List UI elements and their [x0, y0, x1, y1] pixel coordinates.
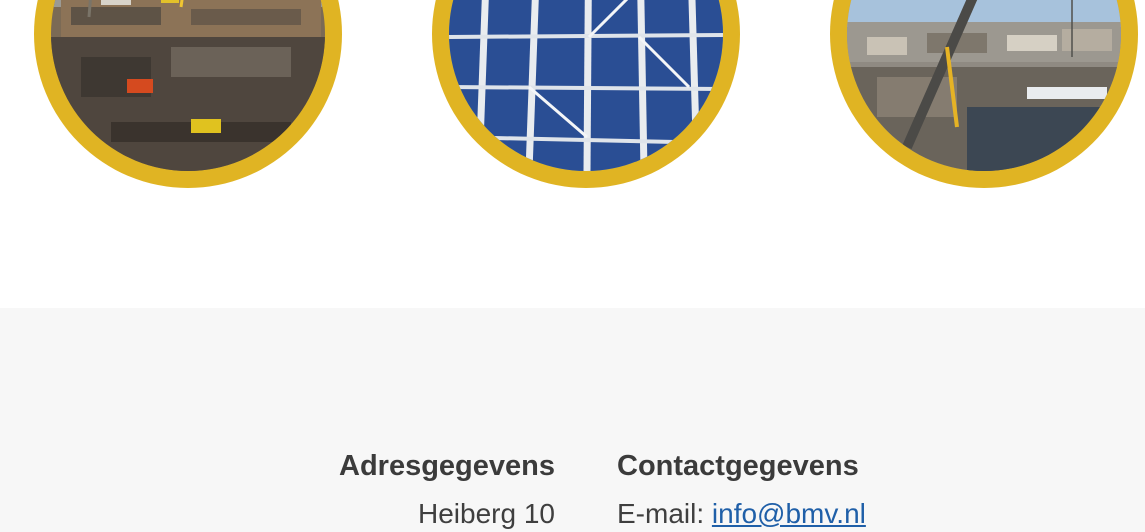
email-link[interactable]: info@bmv.nl: [712, 498, 866, 529]
contact-email-line: E-mail: info@bmv.nl: [617, 494, 866, 532]
address-street: Heiberg 10: [418, 498, 555, 529]
contact-column: Contactgegevens E-mail: info@bmv.nl: [617, 446, 866, 532]
project-photo-crane[interactable]: [830, 0, 1138, 188]
address-heading: Adresgegevens: [339, 450, 555, 482]
footer: Adresgegevens Heiberg 10 Contactgegevens…: [0, 308, 1145, 532]
address-column: Adresgegevens Heiberg 10: [339, 446, 555, 532]
steel-frame-illustration: [449, 0, 723, 171]
contact-heading: Contactgegevens: [617, 450, 859, 482]
photo-steel-frame-image: [449, 0, 723, 171]
photo-excavation-image: [51, 0, 325, 171]
photo-crane-image: [847, 0, 1121, 171]
crane-illustration: [847, 0, 1121, 171]
page: Adresgegevens Heiberg 10 Contactgegevens…: [0, 0, 1145, 532]
email-label: E-mail:: [617, 498, 705, 529]
excavation-illustration: [51, 0, 325, 171]
photo-gallery: [0, 0, 1145, 308]
project-photo-excavation[interactable]: [34, 0, 342, 188]
project-photo-steel-frame[interactable]: [432, 0, 740, 188]
